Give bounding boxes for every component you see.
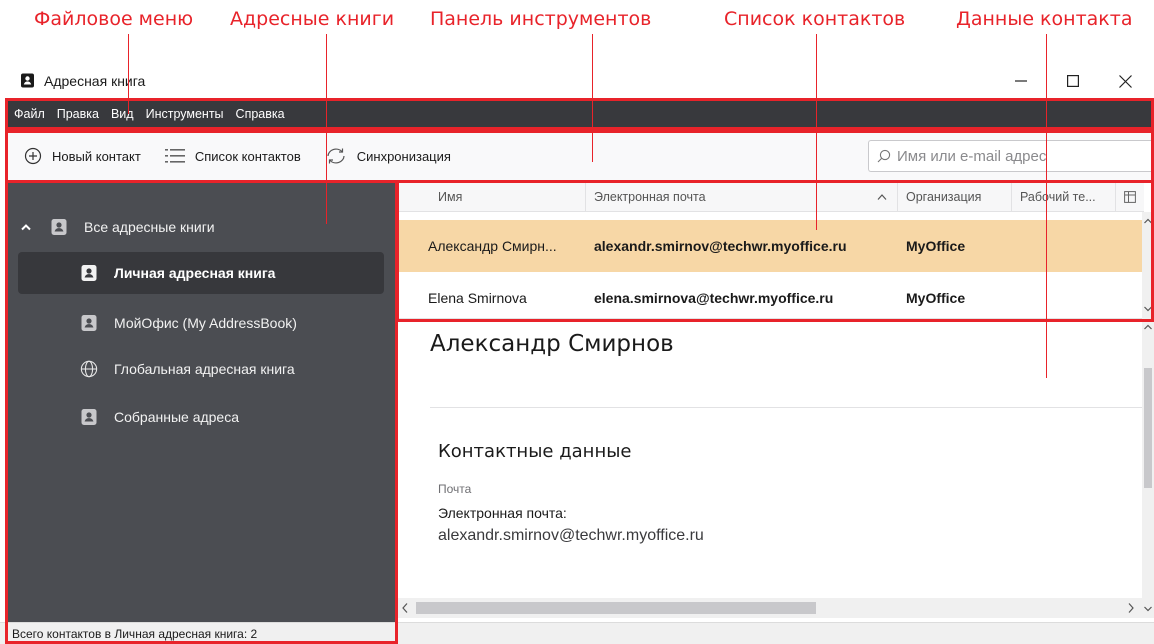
column-header-org[interactable]: Организация (898, 182, 1012, 212)
scroll-up-icon (1144, 324, 1152, 330)
scroll-thumb[interactable] (416, 602, 816, 614)
sync-button[interactable]: Синхронизация (325, 140, 451, 172)
annotation-address-books: Адресные книги (230, 8, 395, 30)
annotation-pointer-contact-details (1046, 34, 1047, 378)
scroll-left-icon (402, 603, 408, 613)
sync-label: Синхронизация (356, 148, 451, 164)
sidebar-item-personal[interactable]: Личная адресная книга (18, 252, 384, 294)
contact-list: Имя Электронная почта Организация Рабочи… (396, 182, 1154, 318)
scroll-right-icon (1128, 603, 1134, 613)
menu-tools[interactable]: Инструменты (146, 107, 224, 121)
column-picker-button[interactable] (1116, 182, 1144, 212)
status-bar: Всего контактов в Личная адресная книга:… (0, 622, 1154, 644)
list-header: Имя Электронная почта Организация Рабочи… (396, 182, 1144, 212)
sidebar-item-label: Личная адресная книга (114, 265, 276, 281)
new-contact-label: Новый контакт (52, 148, 141, 164)
annotation-file-menu: Файловое меню (34, 8, 194, 30)
column-header-work-phone[interactable]: Рабочий те... (1012, 182, 1116, 212)
column-header-name[interactable]: Имя (396, 182, 586, 212)
search-box[interactable] (868, 140, 1154, 172)
contact-details: Александр Смирнов Контактные данные Почт… (396, 318, 1142, 600)
chevron-up-icon (21, 224, 31, 231)
sidebar-item-myoffice[interactable]: МойОфис (My AddressBook) (18, 302, 384, 344)
menu-view[interactable]: Вид (111, 107, 134, 121)
window-title: Адресная книга (44, 73, 146, 89)
contact-email: elena.smirnova@techwr.myoffice.ru (594, 290, 834, 306)
divider (430, 407, 1142, 408)
annotation-toolbar: Панель инструментов (430, 8, 652, 30)
menu-help[interactable]: Справка (236, 107, 285, 121)
address-book-sidebar: Все адресные книги Личная адресная книга… (8, 182, 396, 622)
column-picker-icon (1124, 191, 1136, 203)
sidebar-item-label: МойОфис (My AddressBook) (114, 315, 297, 331)
column-header-email[interactable]: Электронная почта (586, 182, 898, 212)
add-circle-icon (24, 147, 42, 165)
sidebar-item-label: Глобальная адресная книга (114, 361, 295, 377)
horizontal-scrollbar[interactable] (396, 598, 1142, 618)
menu-bar: Файл Правка Вид Инструменты Справка (8, 100, 1154, 128)
annotation-pointer-address-books (326, 34, 327, 224)
annotation-pointer-contact-list (816, 34, 817, 230)
minimize-icon (1015, 80, 1027, 82)
email-value[interactable]: alexandr.smirnov@techwr.myoffice.ru (438, 527, 704, 545)
status-text: Всего контактов в Личная адресная книга:… (12, 627, 258, 641)
search-icon (877, 149, 891, 163)
sidebar-item-all-books[interactable]: Все адресные книги (18, 206, 384, 248)
search-input[interactable] (897, 147, 1137, 165)
sidebar-item-global[interactable]: Глобальная адресная книга (18, 348, 384, 390)
details-scrollbar[interactable] (1142, 318, 1154, 618)
contact-list-label: Список контактов (194, 148, 301, 164)
contact-org: MyOffice (906, 238, 966, 254)
annotation-pointer-toolbar (592, 34, 593, 162)
globe-icon (80, 360, 98, 378)
contact-book-icon (50, 218, 68, 236)
maximize-icon (1067, 75, 1079, 87)
title-bar: Адресная книга (8, 62, 1154, 100)
list-scrollbar[interactable] (1142, 212, 1154, 318)
sidebar-item-label: Собранные адреса (114, 409, 240, 425)
contact-list-button[interactable]: Список контактов (164, 140, 301, 172)
toolbar: Новый контакт Список контактов Синхрониз… (8, 130, 1154, 182)
contact-name: Александр Смирн... (428, 238, 557, 254)
annotation-pointer-file-menu (128, 34, 129, 114)
contact-org: MyOffice (906, 290, 966, 306)
contact-name: Elena Smirnova (428, 290, 527, 306)
close-icon (1118, 74, 1132, 88)
annotation-contact-details: Данные контакта (956, 8, 1133, 30)
contact-book-icon (80, 408, 98, 426)
menu-edit[interactable]: Правка (57, 107, 99, 121)
subsection-title: Почта (438, 482, 472, 496)
address-book-app-icon (20, 73, 35, 88)
scroll-thumb[interactable] (1144, 368, 1152, 488)
contact-book-icon (80, 264, 98, 282)
maximize-button[interactable] (1050, 62, 1096, 100)
scroll-down-icon (1144, 606, 1152, 612)
contact-email: alexandr.smirnov@techwr.myoffice.ru (594, 238, 847, 254)
close-button[interactable] (1102, 62, 1148, 100)
sidebar-item-label: Все адресные книги (84, 219, 215, 235)
new-contact-button[interactable]: Новый контакт (24, 140, 141, 172)
minimize-button[interactable] (998, 62, 1044, 100)
sync-icon (327, 148, 345, 164)
sidebar-item-collected[interactable]: Собранные адреса (18, 396, 384, 438)
contact-book-icon (80, 314, 98, 332)
list-icon (164, 149, 185, 163)
menu-file[interactable]: Файл (14, 107, 45, 121)
annotation-contact-list: Список контактов (724, 8, 906, 30)
email-label: Электронная почта: (438, 505, 567, 521)
column-header-email-label: Электронная почта (594, 190, 706, 204)
contact-full-name: Александр Смирнов (430, 331, 674, 357)
table-row[interactable]: Elena Smirnova elena.smirnova@techwr.myo… (396, 272, 1144, 324)
section-title: Контактные данные (438, 441, 632, 462)
sort-ascending-icon (877, 194, 887, 200)
table-row[interactable]: Александр Смирн... alexandr.smirnov@tech… (396, 220, 1144, 272)
scroll-down-icon (1144, 306, 1152, 312)
scroll-up-icon (1144, 218, 1152, 224)
